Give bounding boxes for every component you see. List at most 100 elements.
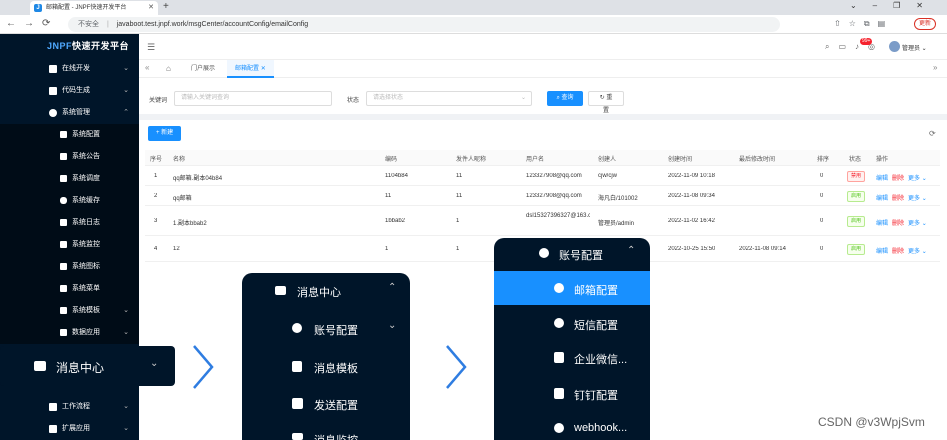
sidebar-subitem[interactable]: 系统调度 (0, 168, 139, 190)
browser-toolbar: ←→⟳ 不安全 | javaboot.test.jnpf.work/msgCen… (0, 15, 947, 34)
table-row[interactable]: 1 qq邮箱.副本04b84 1104b84 11 123327908@qq.c… (145, 166, 940, 186)
edit-link[interactable]: 编辑 (876, 176, 888, 182)
insecure-label: 不安全 (78, 21, 99, 28)
browser-tab-title: 邮箱配置 - JNPF快速开发平台 (46, 5, 127, 11)
table-row[interactable]: 2 qq邮箱 11 11 123327908@qq.com 海凡白/101002… (145, 186, 940, 206)
sidebar-subitem[interactable]: 系统图标 (0, 256, 139, 278)
user-name[interactable]: 管理员 ⌄ (902, 43, 927, 52)
megaphone-icon (60, 153, 67, 160)
search-button[interactable]: ⌕ 查询 (547, 91, 583, 106)
schedule-icon (60, 175, 67, 182)
update-button[interactable]: 更新 (914, 18, 937, 30)
sidebar-subitem[interactable]: 数据应用 ⌄ (0, 322, 139, 344)
table-header-row: 序号 名称 编码 发件人昵称 用户名 创建人 创建时间 最后修改时间 排序 状态… (145, 150, 940, 166)
menu-item-message-monitor[interactable]: 消息监控 (314, 432, 358, 440)
edit-link[interactable]: 编辑 (876, 196, 888, 202)
database-icon (60, 329, 67, 336)
chevron-down-icon: ⌄ (123, 403, 129, 410)
overlay-message-center-collapsed[interactable]: 消息中心 ⌄ (0, 346, 175, 386)
sidebar-subitem[interactable]: 系统菜单 (0, 278, 139, 300)
content-divider (139, 114, 947, 120)
cloud-icon (554, 423, 564, 433)
sidebar-subitem[interactable]: 系统监控 (0, 234, 139, 256)
edit-link[interactable]: 编辑 (876, 221, 888, 227)
filter-form: 关键词 请输入关键词查询 状态 请选择状态 ⌄ ⌕ 查询 ↻ 重置 (147, 90, 937, 114)
chevron-down-icon: ⌄ (123, 65, 129, 72)
address-url: javaboot.test.jnpf.work/msgCenter/accoun… (116, 21, 309, 28)
keyword-label: 关键词 (149, 98, 168, 104)
close-icon[interactable]: ✕ (148, 1, 154, 15)
user-icon (292, 323, 302, 333)
chevron-down-icon: ⌄ (123, 329, 129, 336)
status-badge: 禁用 (847, 171, 866, 182)
status-select[interactable]: 请选择状态 ⌄ (366, 91, 532, 106)
new-tab-icon[interactable]: + (163, 1, 169, 12)
chevron-down-icon: ⌄ (123, 425, 129, 432)
watermark: CSDN @v3WpjSvm (818, 415, 925, 429)
arrow-right-icon (446, 345, 467, 389)
submenu-item-webhook-config[interactable]: webhook... (574, 422, 627, 434)
settings-icon (60, 131, 67, 138)
edit-link[interactable]: 编辑 (876, 249, 888, 255)
image-icon (60, 263, 67, 270)
sidebar-item-code-gen[interactable]: 代码生成 ⌄ (0, 80, 139, 102)
header-action-icons[interactable]: ⌕▭♪◎ (825, 42, 884, 52)
sidebar-item-online-dev[interactable]: 在线开发 ⌄ (0, 58, 139, 80)
jnpf-favicon-icon: J (34, 4, 42, 12)
browser-action-icons[interactable]: ⇧☆⧉▤ (834, 19, 893, 29)
menu-item-message-template[interactable]: 消息模板 (314, 360, 358, 376)
arrow-right-icon (193, 345, 214, 389)
submenu-item-email-config[interactable]: 邮箱配置 (494, 271, 650, 305)
monitor-icon (292, 433, 303, 440)
submenu-item-dingtalk-config[interactable]: 钉钉配置 (574, 387, 618, 403)
menu-item-account-config[interactable]: 账号配置 (314, 322, 358, 338)
address-bar[interactable]: 不安全 | javaboot.test.jnpf.work/msgCenter/… (68, 17, 780, 32)
more-link[interactable]: 更多 ⌄ (908, 196, 927, 202)
table-row[interactable]: 3 1.副本bbab2 1bbab2 1 dsl15327396327@163.… (145, 206, 940, 236)
list-icon (554, 352, 564, 363)
sidebar-subitem[interactable]: 系统公告 (0, 146, 139, 168)
sidebar-item-system[interactable]: 系统管理 ⌃ (0, 102, 139, 124)
status-badge: 启用 (847, 244, 866, 255)
refresh-icon[interactable]: ⟳ (929, 129, 936, 138)
more-link[interactable]: 更多 ⌄ (908, 176, 927, 182)
sidebar-subitem[interactable]: 系统日志 (0, 212, 139, 234)
keyword-input[interactable]: 请输入关键词查询 (174, 91, 332, 106)
sidebar-subitem[interactable]: 系统模板 ⌄ (0, 300, 139, 322)
overlay-account-config-submenu: 账号配置 ⌃ 邮箱配置 短信配置 企业微信... 钉钉配置 webhook... (494, 238, 650, 440)
template-icon (292, 361, 302, 372)
avatar[interactable] (889, 41, 900, 52)
sidebar-item-workflow[interactable]: 工作流程 ⌄ (0, 396, 139, 418)
monitor-icon (49, 65, 57, 73)
menu-item-send-config[interactable]: 发送配置 (314, 397, 358, 413)
message-icon (34, 361, 46, 371)
search-panel (147, 54, 937, 78)
delete-link[interactable]: 删除 (892, 196, 904, 202)
more-link[interactable]: 更多 ⌄ (908, 221, 927, 227)
browser-tab[interactable]: J 邮箱配置 - JNPF快速开发平台 ✕ (30, 1, 158, 15)
reset-button[interactable]: ↻ 重置 (588, 91, 624, 114)
sidebar-item-extension[interactable]: 扩展应用 ⌄ (0, 418, 139, 440)
more-link[interactable]: 更多 ⌄ (908, 249, 927, 255)
sidebar-subitem[interactable]: 系统缓存 (0, 190, 139, 212)
menu-list-icon (60, 285, 67, 292)
template-icon (60, 307, 67, 314)
sidebar-subitem[interactable]: 系统配置 (0, 124, 139, 146)
nav-buttons[interactable]: ←→⟳ (6, 18, 58, 29)
chevron-down-icon: ⌄ (150, 358, 159, 369)
chevron-up-icon: ⌃ (388, 282, 397, 293)
delete-link[interactable]: 删除 (892, 176, 904, 182)
submenu-item-wecom-config[interactable]: 企业微信... (574, 351, 627, 367)
window-controls[interactable]: ⌄–❐✕ (850, 1, 939, 10)
submenu-item-sms-config[interactable]: 短信配置 (574, 317, 618, 333)
app-logo: JNPF快速开发平台 (47, 41, 130, 51)
new-button[interactable]: + 新建 (148, 126, 182, 141)
chevron-up-icon: ⌃ (627, 245, 636, 256)
menu-title: 消息中心 (297, 287, 341, 299)
list-icon (554, 388, 564, 399)
delete-link[interactable]: 删除 (892, 249, 904, 255)
message-icon (275, 286, 286, 295)
menu-collapse-icon[interactable]: ☰ (147, 42, 155, 53)
delete-link[interactable]: 删除 (892, 221, 904, 227)
log-icon (60, 219, 67, 226)
